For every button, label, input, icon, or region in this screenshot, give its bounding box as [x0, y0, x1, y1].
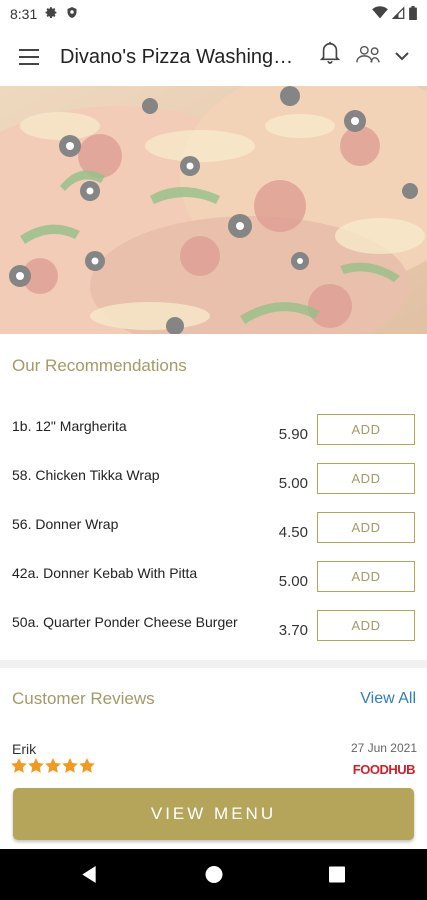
- recommendation-item: 56. Donner Wrap 4.50 ADD: [0, 512, 427, 552]
- add-button[interactable]: ADD: [317, 561, 415, 592]
- menu-icon[interactable]: [19, 49, 41, 65]
- star-icon: [79, 758, 95, 773]
- item-price: 3.70: [278, 622, 308, 639]
- recommendation-item: 58. Chicken Tikka Wrap 5.00 ADD: [0, 463, 427, 503]
- restaurant-title: Divano's Pizza Washington: [60, 45, 296, 68]
- reviewer-name: Erik: [12, 741, 37, 757]
- app-bar: Divano's Pizza Washington: [0, 28, 427, 86]
- restaurant-hero-image: [0, 86, 427, 334]
- review-date: 27 Jun 2021: [350, 741, 417, 755]
- star-icon: [28, 758, 44, 773]
- item-price: 5.00: [278, 475, 308, 492]
- bell-icon[interactable]: [319, 40, 341, 69]
- recommendation-item: 1b. 12" Margherita 5.90 ADD: [0, 414, 427, 454]
- item-name: 1b. 12" Margherita: [12, 418, 127, 434]
- view-menu-button[interactable]: VIEW MENU: [13, 788, 414, 840]
- shield-icon: [66, 6, 78, 22]
- gear-icon: [45, 6, 58, 22]
- system-navigation-bar: [0, 849, 427, 900]
- account-icon[interactable]: [355, 44, 383, 69]
- item-name: 58. Chicken Tikka Wrap: [12, 467, 160, 483]
- item-name: 50a. Quarter Ponder Cheese Burger: [12, 614, 238, 630]
- item-price: 4.50: [278, 524, 308, 541]
- status-bar: 8:31: [0, 0, 427, 28]
- home-icon[interactable]: [205, 865, 223, 889]
- add-button[interactable]: ADD: [317, 463, 415, 494]
- status-time: 8:31: [10, 6, 38, 22]
- item-name: 56. Donner Wrap: [12, 516, 119, 532]
- section-divider: [0, 660, 427, 668]
- back-icon[interactable]: [80, 865, 98, 889]
- star-icon: [62, 758, 78, 773]
- customer-reviews-title: Customer Reviews: [12, 689, 155, 708]
- wifi-icon: [372, 6, 388, 22]
- signal-icon: [391, 6, 405, 22]
- add-button[interactable]: ADD: [317, 610, 415, 641]
- recommendation-item: 50a. Quarter Ponder Cheese Burger 3.70 A…: [0, 610, 427, 650]
- star-icon: [45, 758, 61, 773]
- foodhub-logo: FOODHUB: [352, 762, 416, 777]
- item-price: 5.90: [278, 426, 308, 443]
- recommendation-item: 42a. Donner Kebab With Pitta 5.00 ADD: [0, 561, 427, 601]
- item-price: 5.00: [278, 573, 308, 590]
- add-button[interactable]: ADD: [317, 414, 415, 445]
- chevron-down-icon[interactable]: [395, 48, 409, 66]
- star-icon: [11, 758, 27, 773]
- recents-icon[interactable]: [329, 865, 345, 889]
- review-rating: [11, 758, 95, 773]
- item-name: 42a. Donner Kebab With Pitta: [12, 565, 198, 581]
- add-button[interactable]: ADD: [317, 512, 415, 543]
- view-all-reviews-link[interactable]: View All: [360, 690, 416, 708]
- battery-icon: [409, 5, 417, 23]
- recommendations-title: Our Recommendations: [12, 356, 187, 375]
